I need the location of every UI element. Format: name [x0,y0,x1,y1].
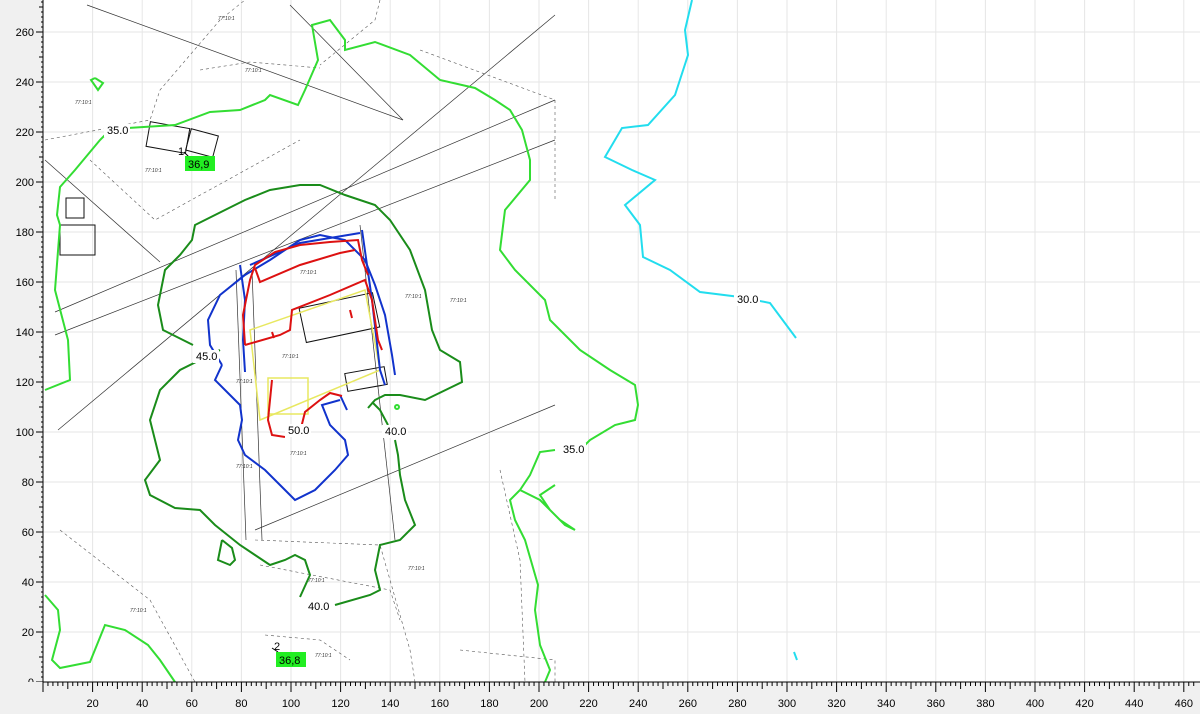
x-tick-label: 220 [579,698,597,710]
contour-label-45: 45.0 [196,351,217,363]
y-tick-label: 100 [16,427,34,439]
x-tick-label: 440 [1125,698,1143,710]
x-tick-label: 40 [136,698,148,710]
parcel-label: 77:10:1 [218,16,235,22]
parcel-label: 77:10:1 [290,451,307,457]
parcel-label: 77:10:1 [236,464,253,470]
x-tick-label: 300 [778,698,796,710]
parcel-label: 77:10:1 [450,298,467,304]
contour-label-50: 50.0 [288,425,309,437]
contour-label-40a: 40.0 [385,426,406,438]
x-tick-label: 120 [331,698,349,710]
parcel-label: 77:10:1 [145,168,162,174]
parcel-label: 77:10:1 [282,354,299,360]
x-tick-label: 400 [1026,698,1044,710]
x-tick-label: 60 [186,698,198,710]
x-tick-label: 460 [1175,698,1193,710]
y-tick-label: 220 [16,127,34,139]
x-tick-label: 20 [86,698,98,710]
x-tick-label: 420 [1075,698,1093,710]
parcel-label: 77:10:1 [315,653,332,659]
calc-point-id: 1 [178,146,184,158]
calc-point-value: 36,8 [279,655,300,667]
x-tick-label: 380 [976,698,994,710]
y-tick-label: 60 [22,527,34,539]
x-tick-label: 180 [480,698,498,710]
contour-label-30: 30.0 [737,294,758,306]
plot-area[interactable] [43,0,1200,682]
x-tick-label: 200 [530,698,548,710]
parcel-label: 77:10:1 [300,270,317,276]
parcel-label: 77:10:1 [245,68,262,74]
y-tick-label: 240 [16,77,34,89]
x-tick-label: 340 [877,698,895,710]
y-tick-label: 260 [16,27,34,39]
y-tick-label: 160 [16,277,34,289]
x-tick-label: 160 [431,698,449,710]
parcel-label: 77:10:1 [308,578,325,584]
x-tick-label: 140 [381,698,399,710]
y-tick-label: 80 [22,477,34,489]
y-tick-label: 140 [16,327,34,339]
y-tick-label: 40 [22,577,34,589]
x-tick-label: 100 [282,698,300,710]
x-tick-label: 240 [629,698,647,710]
x-tick-label: 280 [728,698,746,710]
parcel-label: 77:10:1 [405,294,422,300]
noise-map[interactable]: 77:10:1 77:10:1 77:10:1 77:10:1 77:10:1 … [0,0,1200,714]
y-tick-label: 200 [16,177,34,189]
y-tick-label: 180 [16,227,34,239]
contour-label-40b: 40.0 [308,601,329,613]
contour-label-35b: 35.0 [563,444,584,456]
y-tick-label: 120 [16,377,34,389]
parcel-label: 77:10:1 [408,566,425,572]
y-tick-label: 20 [22,627,34,639]
x-tick-label: 360 [927,698,945,710]
contour-label-35a: 35.0 [107,125,128,137]
x-axis-background [0,682,1200,714]
parcel-label: 77:10:1 [75,100,92,106]
x-tick-label: 80 [235,698,247,710]
parcel-label: 77:10:1 [236,379,253,385]
calc-point-value: 36,9 [188,159,209,171]
x-tick-label: 260 [679,698,697,710]
x-tick-label: 320 [827,698,845,710]
parcel-label: 77:10:1 [130,608,147,614]
